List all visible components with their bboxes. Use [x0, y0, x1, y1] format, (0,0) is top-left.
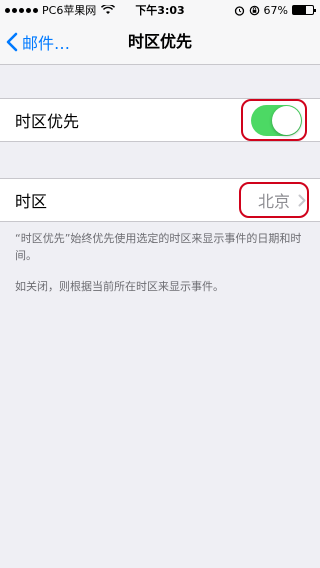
battery-icon — [292, 5, 316, 15]
navigation-bar: 邮件… 时区优先 — [0, 20, 320, 65]
alarm-icon — [234, 5, 244, 16]
timezone-override-toggle[interactable] — [251, 105, 302, 136]
wifi-icon — [101, 5, 116, 14]
battery-fill — [293, 6, 307, 14]
timezone-value: 北京 — [257, 192, 290, 211]
back-button-label: 邮件… — [22, 34, 71, 53]
timezone-cell[interactable]: 时区 北京 — [0, 178, 320, 222]
status-bar: PC6苹果网 下午3:03 67% — [0, 0, 320, 20]
timezone-value-group[interactable]: 北京 — [258, 179, 306, 221]
chevron-left-icon — [6, 32, 18, 52]
chevron-right-icon — [298, 194, 306, 206]
back-button[interactable]: 邮件… — [6, 20, 70, 64]
battery-percent: 67% — [263, 3, 288, 17]
signal-icon — [5, 7, 38, 13]
timezone-label: 时区 — [15, 192, 48, 211]
rotation-lock-icon — [249, 5, 259, 15]
timezone-override-cell: 时区优先 — [0, 98, 320, 142]
timezone-override-label: 时区优先 — [15, 112, 80, 131]
carrier-name: PC6苹果网 — [42, 4, 97, 17]
timezone-off-note: 如关闭，则根据当前所在时区来显示事件。 — [15, 280, 224, 293]
timezone-override-description: “时区优先”始终优先使用选定的时区来显示事件的日期和时间。 — [15, 232, 302, 262]
toggle-knob — [272, 106, 301, 135]
